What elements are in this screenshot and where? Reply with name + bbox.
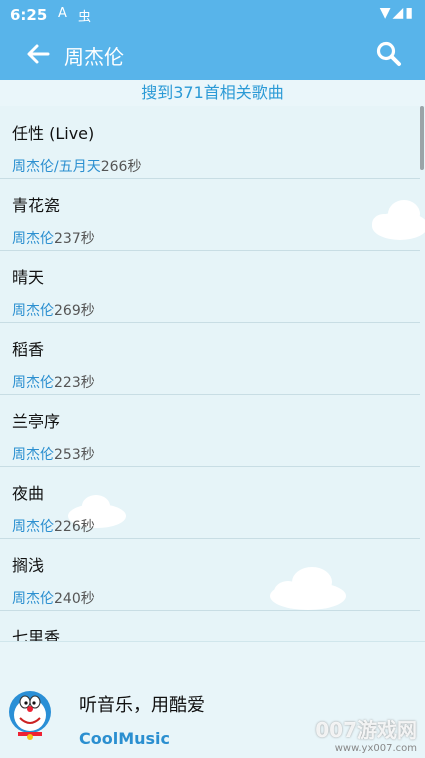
status-bar: 6:25 A 虫 ▼◢▮ (0, 0, 425, 30)
notification-a-icon: A (58, 6, 67, 21)
song-duration: 253秒 (54, 447, 95, 463)
song-duration: 237秒 (54, 231, 95, 247)
song-meta: 周杰伦253秒 (12, 444, 95, 464)
song-artist: 周杰伦 (12, 231, 54, 247)
toolbar: 周杰伦 (0, 30, 425, 80)
song-duration: 240秒 (54, 591, 95, 607)
song-meta: 周杰伦223秒 (12, 372, 95, 392)
song-duration: 266秒 (100, 159, 142, 175)
song-title: 搁浅 (12, 556, 45, 575)
song-meta: 周杰伦226秒 (12, 516, 95, 536)
song-row[interactable]: 稻香 周杰伦223秒 (0, 322, 420, 395)
song-title: 夜曲 (12, 484, 45, 503)
song-artist: 周杰伦 (12, 303, 54, 319)
watermark-title: 007游戏网 (315, 718, 417, 742)
scrollbar[interactable] (420, 106, 424, 170)
song-row[interactable]: 搁浅 周杰伦240秒 (0, 538, 420, 611)
song-meta: 周杰伦/五月天266秒 (12, 156, 141, 176)
song-row[interactable]: 夜曲 周杰伦226秒 (0, 466, 420, 539)
song-meta: 周杰伦269秒 (12, 300, 95, 320)
song-title: 七里香 (12, 628, 61, 641)
song-title: 稻香 (12, 340, 45, 359)
footer-slogan: 听音乐，用酷爱 (79, 695, 205, 716)
watermark: 007游戏网 www.yx007.com (315, 714, 417, 754)
status-time: 6:25 (10, 6, 48, 24)
song-artist: 周杰伦 (12, 375, 54, 391)
song-artist: 周杰伦 (12, 447, 54, 463)
song-title: 青花瓷 (12, 196, 61, 215)
player-footer[interactable]: 听音乐，用酷爱 CoolMusic 007游戏网 www.yx007.com (0, 641, 425, 758)
song-title: 兰亭序 (12, 412, 61, 431)
result-count: 搜到371首相关歌曲 (0, 80, 425, 106)
song-row[interactable]: 七里香 (0, 610, 420, 641)
search-icon[interactable] (375, 40, 403, 68)
song-artist: 周杰伦 (12, 591, 54, 607)
song-row[interactable]: 兰亭序 周杰伦253秒 (0, 394, 420, 467)
song-artist: 周杰伦 (12, 519, 54, 535)
song-meta: 周杰伦237秒 (12, 228, 95, 248)
status-indicators: ▼◢▮ (379, 5, 415, 21)
song-duration: 269秒 (54, 303, 95, 319)
song-title: 晴天 (12, 268, 45, 287)
notification-bug-icon: 虫 (78, 10, 92, 25)
song-list[interactable]: 任性 (Live) 周杰伦/五月天266秒 青花瓷 周杰伦237秒 晴天 周杰伦… (0, 106, 425, 641)
footer-brand: CoolMusic (79, 729, 171, 748)
song-row[interactable]: 青花瓷 周杰伦237秒 (0, 178, 420, 251)
page-title: 周杰伦 (64, 45, 124, 69)
song-duration: 226秒 (54, 519, 95, 535)
song-title: 任性 (Live) (12, 124, 95, 143)
back-arrow-icon[interactable] (22, 38, 54, 70)
song-row[interactable]: 晴天 周杰伦269秒 (0, 250, 420, 323)
song-duration: 223秒 (54, 375, 95, 391)
song-meta: 周杰伦240秒 (12, 588, 95, 608)
song-artist: 周杰伦/五月天 (12, 159, 101, 175)
doraemon-avatar-icon (9, 691, 51, 740)
watermark-url: www.yx007.com (334, 743, 417, 754)
song-row[interactable]: 任性 (Live) 周杰伦/五月天266秒 (0, 106, 420, 179)
